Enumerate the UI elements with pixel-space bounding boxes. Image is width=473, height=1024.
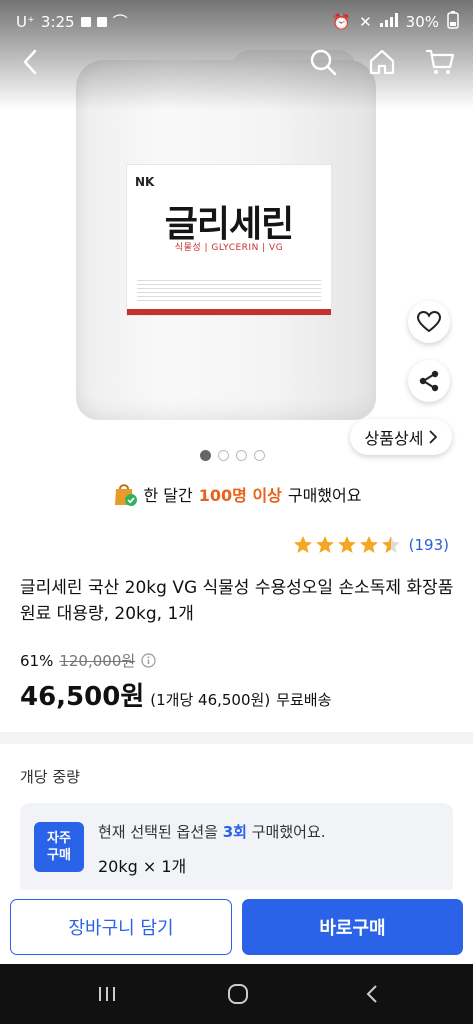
star-icon <box>315 536 334 553</box>
product-detail-label: 상품상세 <box>364 429 424 448</box>
product-label: NK 글리세린 식물성 | GLYCERIN | VG <box>126 164 332 316</box>
page-dot[interactable] <box>200 450 211 461</box>
option-msg-suffix: 구매했어요. <box>251 823 326 841</box>
discount-rate: 61% <box>20 651 54 670</box>
shopping-bag-check-icon <box>114 484 137 506</box>
notice-prefix: 한 달간 <box>143 486 193 505</box>
cart-button[interactable] <box>422 44 458 80</box>
price-row: 46,500원 (1개당 46,500원) 무료배송 <box>20 676 331 713</box>
unit-price: (1개당 46,500원) <box>150 691 271 709</box>
share-button[interactable] <box>408 360 450 402</box>
status-bar: U⁺ 3:25 ⌒ ⏰ ✕ 30% <box>0 0 473 40</box>
cart-icon <box>425 49 455 74</box>
star-icon <box>381 536 400 553</box>
star-icon <box>359 536 378 553</box>
system-navigation-bar <box>0 964 473 1024</box>
info-icon[interactable] <box>141 653 156 668</box>
badge-line-2: 구매 <box>47 848 71 863</box>
search-button[interactable] <box>305 44 341 80</box>
wishlist-button[interactable] <box>408 301 450 343</box>
star-icon <box>293 536 312 553</box>
brand-logo: NK <box>135 175 155 189</box>
section-divider <box>0 732 473 744</box>
buy-now-button[interactable]: 바로구매 <box>242 899 463 955</box>
carrier-label: U⁺ <box>16 12 35 31</box>
share-icon <box>419 370 439 392</box>
option-card[interactable]: 자주 구매 현재 선택된 옵션을 3회 구매했어요. 20kg × 1개 <box>20 803 453 895</box>
chevron-right-icon <box>429 430 438 444</box>
option-msg-highlight: 3회 <box>222 823 247 841</box>
system-home-icon <box>228 984 248 1004</box>
add-to-cart-button[interactable]: 장바구니 담기 <box>10 899 232 955</box>
home-button[interactable] <box>364 44 400 80</box>
system-home-button[interactable] <box>218 978 258 1010</box>
star-rating <box>293 535 401 555</box>
recent-apps-icon <box>99 987 115 1001</box>
image-pagination <box>200 450 265 461</box>
option-msg-prefix: 현재 선택된 옵션을 <box>98 823 218 841</box>
recent-apps-button[interactable] <box>87 978 127 1010</box>
rating[interactable]: (193) <box>293 535 449 555</box>
purchase-action-bar: 장바구니 담기 바로구매 <box>0 890 473 964</box>
back-button[interactable] <box>12 44 48 80</box>
top-navigation <box>0 44 473 80</box>
gallery-icon <box>96 16 107 27</box>
review-count[interactable]: (193) <box>409 536 449 554</box>
purchase-notice: 한 달간 100명 이상 구매했어요 <box>0 480 473 508</box>
shipping-info: 무료배송 <box>276 691 332 709</box>
selected-option: 20kg × 1개 <box>98 857 187 876</box>
mute-icon: ✕ <box>359 13 372 31</box>
option-heading: 개당 중량 <box>20 768 80 786</box>
clock: 3:25 <box>40 12 75 31</box>
badge-line-1: 자주 <box>47 831 71 846</box>
heart-icon <box>417 311 441 333</box>
signal-icon <box>379 13 398 31</box>
search-icon <box>310 49 337 76</box>
notice-suffix: 구매했어요 <box>287 486 362 505</box>
back-arrow-icon <box>23 49 37 75</box>
more-icon: ⌒ <box>112 13 128 31</box>
product-detail-button[interactable]: 상품상세 <box>350 419 452 455</box>
notification-icon <box>80 16 91 27</box>
option-purchase-message: 현재 선택된 옵션을 3회 구매했어요. <box>98 821 326 842</box>
battery-icon <box>447 11 459 33</box>
page-dot[interactable] <box>218 450 229 461</box>
page-dot[interactable] <box>236 450 247 461</box>
label-subtitle: 식물성 | GLYCERIN | VG <box>174 243 284 253</box>
battery-label: 30% <box>405 13 439 31</box>
alarm-icon: ⏰ <box>332 13 352 31</box>
frequent-purchase-badge: 자주 구매 <box>34 822 84 872</box>
star-icon <box>337 536 356 553</box>
notice-highlight: 100명 이상 <box>198 486 282 505</box>
sale-price: 46,500원 <box>20 682 145 712</box>
product-title: 글리세린 국산 20kg VG 식물성 수용성오일 손소독제 화장품원료 대용량… <box>20 578 454 624</box>
home-icon <box>369 49 395 75</box>
price-discount-row: 61% 120,000원 <box>20 650 156 671</box>
system-back-icon <box>366 985 377 1003</box>
label-fine-print <box>137 277 321 303</box>
original-price: 120,000원 <box>59 652 136 670</box>
label-stripe <box>127 309 331 315</box>
system-back-button[interactable] <box>352 978 392 1010</box>
page-dot[interactable] <box>254 450 265 461</box>
